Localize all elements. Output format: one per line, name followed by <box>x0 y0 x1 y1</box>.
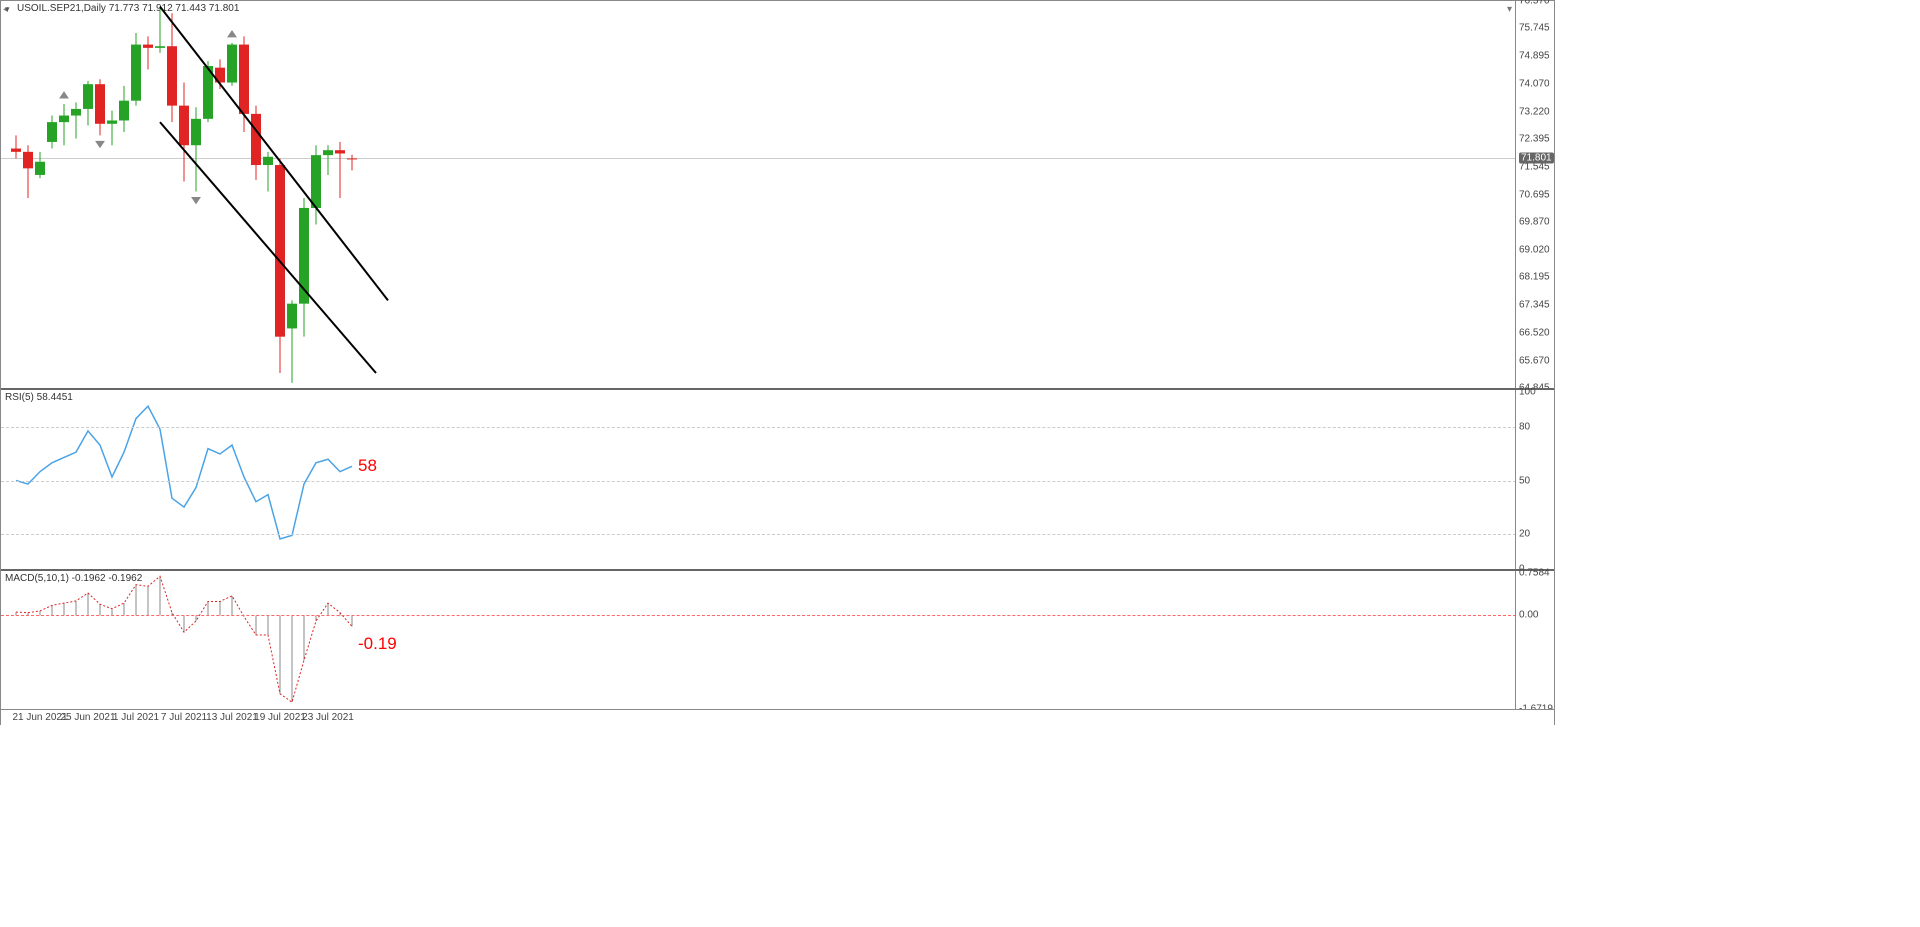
macd-pane[interactable]: MACD(5,10,1) -0.1962 -0.1962 -0.19 0.758… <box>1 569 1554 709</box>
price-plot[interactable]: ◂ ▾ USOIL.SEP21,Daily 71.773 71.912 71.4… <box>1 1 1516 388</box>
rsi-plot[interactable]: RSI(5) 58.4451 58 <box>1 390 1516 569</box>
macd-yaxis: 0.75840.00-1.6719 <box>1515 571 1554 709</box>
current-price-badge: 71.801 <box>1519 153 1554 164</box>
macd-annotation: -0.19 <box>358 634 397 654</box>
rsi-pane[interactable]: RSI(5) 58.4451 58 1008050200 <box>1 388 1554 569</box>
x-axis-labels: 21 Jun 202125 Jun 20211 Jul 20217 Jul 20… <box>1 710 1516 726</box>
rsi-yaxis: 1008050200 <box>1515 390 1554 569</box>
rsi-annotation: 58 <box>358 456 377 476</box>
x-axis: 21 Jun 202125 Jun 20211 Jul 20217 Jul 20… <box>1 709 1554 726</box>
chart-container: ◂ ▾ USOIL.SEP21,Daily 71.773 71.912 71.4… <box>0 0 1555 725</box>
macd-plot[interactable]: MACD(5,10,1) -0.1962 -0.1962 -0.19 <box>1 571 1516 709</box>
price-yaxis: 76.57075.74574.89574.07073.22072.39571.5… <box>1515 1 1554 388</box>
price-pane[interactable]: ◂ ▾ USOIL.SEP21,Daily 71.773 71.912 71.4… <box>1 1 1554 388</box>
